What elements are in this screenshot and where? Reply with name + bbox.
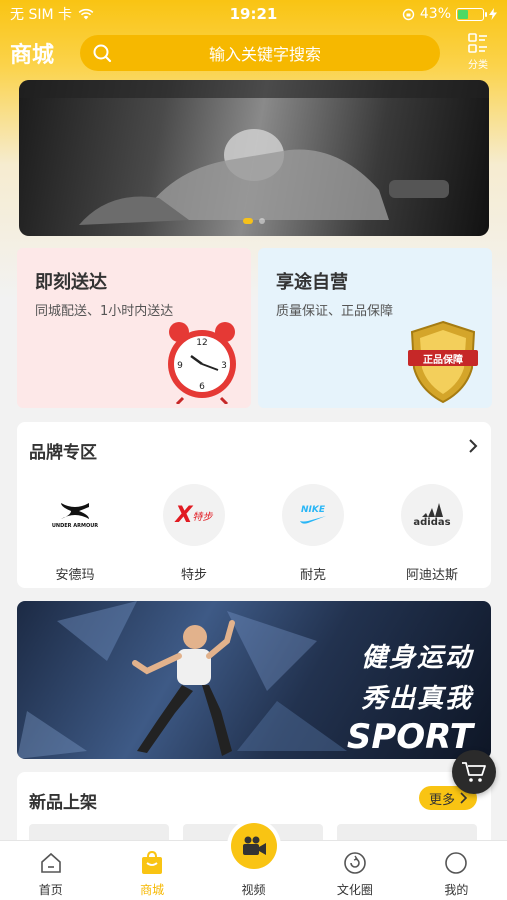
- banner-pagination: [19, 218, 489, 224]
- nike-swoosh-icon: [300, 516, 326, 524]
- category-list-icon: [468, 33, 487, 53]
- svg-text:6: 6: [199, 382, 205, 392]
- status-bar: 无 SIM 卡 19:21 43%: [0, 0, 507, 28]
- shopping-cart-icon: [462, 762, 486, 782]
- brand-item-nike[interactable]: NIKE 耐克: [273, 484, 353, 583]
- logo-text: UNDER ARMOUR: [51, 523, 99, 529]
- xtep-icon: X: [175, 502, 193, 528]
- nike-logo: NIKE: [282, 484, 344, 546]
- rotation-lock-icon: [402, 8, 415, 20]
- profile-icon: [445, 852, 468, 874]
- tab-home[interactable]: 首页: [0, 841, 101, 900]
- wifi-icon: [78, 8, 94, 20]
- under-armour-logo: UNDER ARMOUR: [44, 484, 106, 546]
- charging-icon: [489, 8, 497, 20]
- bottom-tab-bar: 首页 商城 视频 文化圈 我的: [0, 823, 507, 900]
- search-input[interactable]: 输入关键字搜索: [80, 35, 440, 71]
- brand-item-adidas[interactable]: adidas 阿迪达斯: [392, 484, 472, 583]
- home-icon: [40, 852, 61, 873]
- logo-text: adidas: [413, 516, 451, 528]
- video-fab[interactable]: [230, 823, 277, 869]
- brand-name: 特步: [180, 568, 207, 583]
- under-armour-icon: [61, 503, 89, 519]
- chevron-right-icon: [460, 792, 467, 804]
- shopping-bag-icon: [142, 851, 163, 874]
- sport-slogan: 健身运动 秀出真我 SPORT: [347, 637, 473, 757]
- alarm-clock-icon: 12 3 6 9: [168, 322, 236, 404]
- tab-profile[interactable]: 我的: [406, 841, 507, 900]
- tab-mall[interactable]: 商城: [101, 841, 202, 900]
- fitness-woman-image: [19, 80, 489, 225]
- xtep-logo: X 特步: [163, 484, 225, 546]
- tab-label: 首页: [38, 883, 63, 897]
- tab-label: 视频: [241, 883, 266, 897]
- carrier-label: 无 SIM 卡: [10, 7, 72, 23]
- battery-percent: 43%: [419, 6, 451, 22]
- search-icon: [93, 44, 112, 63]
- section-title: 品牌专区: [29, 443, 97, 463]
- promo-subtitle: 质量保证、正品保障: [276, 304, 394, 319]
- app-header: 商城 输入关键字搜索 分类: [0, 30, 507, 76]
- brand-section: 品牌专区 UNDER ARMOUR 安德玛 X 特步 特步 NIKE 耐克 ad…: [17, 422, 491, 588]
- more-label: 更多: [428, 792, 455, 808]
- promo-title: 享途自营: [276, 272, 348, 293]
- tab-label: 商城: [140, 883, 165, 897]
- page-title: 商城: [10, 43, 55, 68]
- brand-name: 阿迪达斯: [405, 568, 458, 583]
- sport-banner[interactable]: 健身运动 秀出真我 SPORT: [17, 601, 491, 759]
- tab-culture[interactable]: 文化圈: [304, 841, 405, 900]
- hero-banner[interactable]: [19, 80, 489, 236]
- chevron-right-icon[interactable]: [465, 438, 481, 454]
- adidas-logo: adidas: [401, 484, 463, 546]
- search-placeholder: 输入关键字搜索: [208, 45, 321, 64]
- svg-text:3: 3: [221, 361, 227, 371]
- brand-name: 安德玛: [55, 568, 95, 583]
- category-button[interactable]: 分类: [463, 32, 493, 74]
- video-camera-icon: [242, 836, 266, 855]
- category-label: 分类: [468, 60, 488, 71]
- promo-title: 即刻送达: [35, 272, 107, 293]
- promo-self-operated[interactable]: 享途自营 质量保证、正品保障 正品保障: [258, 248, 492, 408]
- battery-icon: [456, 7, 487, 21]
- logo-text: NIKE: [300, 505, 325, 515]
- sport-line1: 健身运动: [360, 643, 473, 673]
- tab-label: 我的: [444, 883, 469, 897]
- svg-text:12: 12: [196, 338, 207, 348]
- brand-name: 耐克: [299, 568, 326, 583]
- adidas-stripes-icon: [422, 502, 443, 517]
- brand-item-xtep[interactable]: X 特步 特步: [154, 484, 234, 583]
- culture-circle-icon: [344, 852, 366, 874]
- promo-subtitle: 同城配送、1小时内送达: [35, 304, 174, 319]
- sport-line2: 秀出真我: [360, 684, 473, 714]
- section-title: 新品上架: [29, 793, 97, 813]
- svg-text:9: 9: [177, 361, 183, 371]
- pagination-dot[interactable]: [243, 218, 253, 224]
- sport-line3: SPORT: [346, 717, 473, 757]
- shield-badge-text: 正品保障: [423, 355, 463, 366]
- pagination-dot[interactable]: [259, 218, 265, 224]
- cart-button[interactable]: [452, 750, 496, 794]
- promo-instant-delivery[interactable]: 即刻送达 同城配送、1小时内送达 12 3 6 9: [17, 248, 251, 408]
- brand-item-under-armour[interactable]: UNDER ARMOUR 安德玛: [35, 484, 115, 583]
- tab-label: 文化圈: [336, 883, 373, 897]
- logo-text: 特步: [192, 511, 213, 523]
- tab-video[interactable]: 视频: [203, 823, 304, 900]
